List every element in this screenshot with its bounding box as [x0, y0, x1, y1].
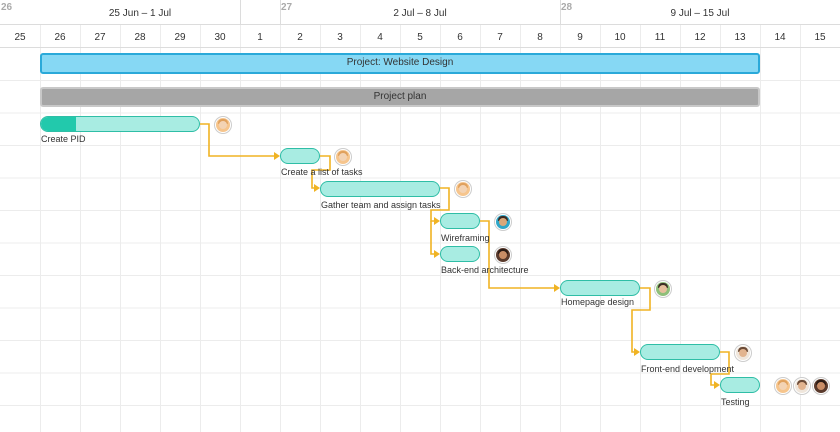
dependency-line [200, 123, 274, 157]
avatar-face [459, 185, 467, 193]
task-label: Create a list of tasks [281, 167, 363, 177]
avatar-face [219, 121, 227, 129]
task-bar[interactable] [40, 116, 200, 132]
avatar-face [499, 251, 507, 259]
dependency-line [430, 221, 434, 255]
assignee-avatar[interactable] [335, 149, 351, 165]
assignee-avatar[interactable] [735, 345, 751, 361]
avatar-face [499, 218, 507, 226]
avatar-face [779, 382, 787, 390]
assignee-avatar[interactable] [455, 181, 471, 197]
task-bar[interactable] [280, 148, 320, 164]
assignee-avatar[interactable] [813, 378, 829, 394]
task-label: Back-end architecture [441, 265, 529, 275]
task-bar[interactable] [320, 181, 440, 197]
task-label: Testing [721, 397, 750, 407]
task-bar[interactable] [560, 280, 640, 296]
task-bar[interactable] [640, 344, 720, 360]
task-bar[interactable] [440, 246, 480, 262]
task-label: Gather team and assign tasks [321, 200, 441, 210]
assignee-avatar[interactable] [495, 247, 511, 263]
task-progress-fill [41, 117, 76, 131]
plan-bar[interactable]: Project plan [40, 87, 760, 107]
assignee-avatar[interactable] [495, 214, 511, 230]
avatar-face [659, 285, 667, 293]
assignee-avatar[interactable] [215, 117, 231, 133]
task-label: Create PID [41, 134, 86, 144]
dependency-line [631, 287, 651, 353]
avatar-face [817, 382, 825, 390]
task-bar[interactable] [440, 213, 480, 229]
avatar-face [739, 349, 747, 357]
assignee-avatar[interactable] [655, 281, 671, 297]
task-label: Homepage design [561, 297, 635, 307]
gantt-chart: 26 25 Jun – 1 Jul 27 2 Jul – 8 Jul 28 9 … [0, 0, 840, 432]
project-bar[interactable]: Project: Website Design [40, 53, 760, 74]
task-label: Front-end development [641, 364, 735, 374]
task-label: Wireframing [441, 233, 490, 243]
assignee-avatar[interactable] [794, 378, 810, 394]
assignee-avatar[interactable] [775, 378, 791, 394]
avatar-face [798, 382, 806, 390]
avatar-face [339, 153, 347, 161]
task-bar[interactable] [720, 377, 760, 393]
dependency-line [480, 220, 554, 289]
